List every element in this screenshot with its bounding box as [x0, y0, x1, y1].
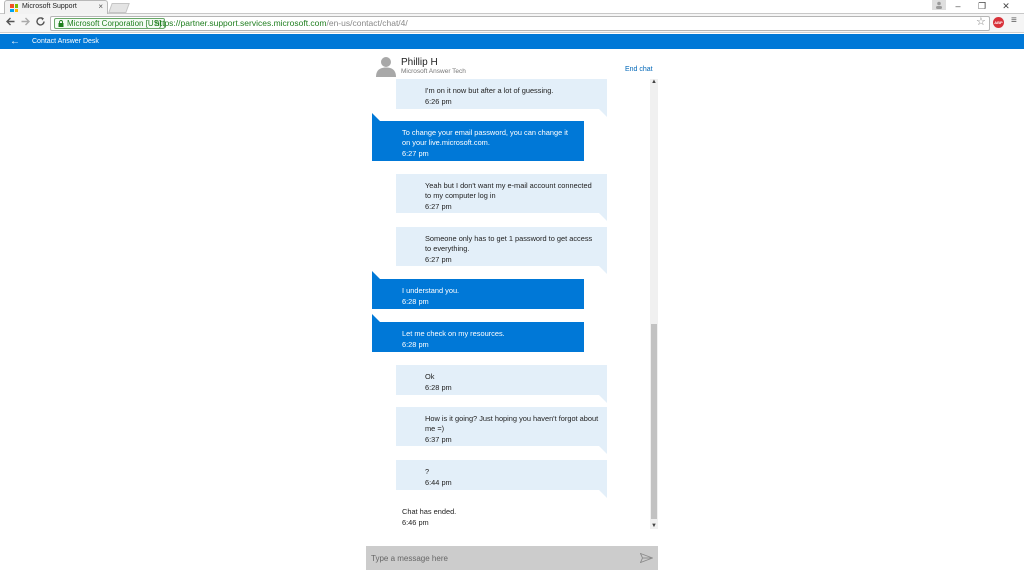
message-bubble-agent: I understand you. 6:28 pm: [372, 271, 584, 309]
browser-toolbar: Microsoft Corporation [US] https://partn…: [0, 14, 1024, 33]
message-bubble-agent: Let me check on my resources. 6:28 pm: [372, 314, 584, 352]
reload-icon[interactable]: [35, 16, 46, 30]
message-text: I understand you.: [402, 286, 460, 295]
profile-icon[interactable]: [932, 0, 946, 10]
browser-tab[interactable]: Microsoft Support ×: [4, 0, 108, 14]
message-time: 6:27 pm: [402, 149, 429, 158]
agent-name: Phillip H: [401, 57, 438, 68]
message-bubble-user: How is it going? Just hoping you haven't…: [396, 407, 607, 454]
message-bubble-user: ? 6:44 pm: [396, 460, 607, 498]
message-text: Yeah but I don't want my e-mail account …: [425, 181, 592, 200]
url-path: /en-us/contact/chat/4/: [326, 18, 408, 28]
site-identity-label: Microsoft Corporation [US]: [67, 19, 162, 28]
scroll-up-icon[interactable]: ▲: [651, 79, 657, 85]
end-chat-link[interactable]: End chat: [625, 66, 653, 73]
tab-strip: Microsoft Support × – ❐ ✕: [0, 0, 1024, 14]
star-icon[interactable]: ☆: [976, 15, 986, 28]
message-text: Someone only has to get 1 password to ge…: [425, 234, 593, 253]
url-text: https://partner.support.services.microso…: [155, 17, 408, 30]
scrollbar-thumb[interactable]: [651, 324, 657, 519]
message-time: 6:37 pm: [425, 435, 452, 444]
menu-icon[interactable]: ≡: [1011, 15, 1017, 26]
message-time: 6:44 pm: [425, 478, 452, 487]
message-input[interactable]: [366, 546, 631, 570]
message-bubble-agent: To change your email password, you can c…: [372, 113, 584, 161]
page-title: Contact Answer Desk: [32, 38, 99, 45]
agent-role: Microsoft Answer Tech: [401, 68, 466, 75]
site-identity-chip[interactable]: Microsoft Corporation [US]: [54, 18, 166, 29]
restore-button[interactable]: ❐: [970, 0, 994, 12]
tab-title: Microsoft Support: [22, 3, 77, 10]
site-header: ← Contact Answer Desk: [0, 34, 1024, 49]
message-time: 6:28 pm: [402, 297, 429, 306]
message-time: 6:28 pm: [402, 340, 429, 349]
minimize-button[interactable]: –: [946, 0, 970, 12]
lock-icon: [58, 20, 64, 27]
url-host: https://partner.support.services.microso…: [155, 18, 327, 28]
message-text: Ok: [425, 372, 435, 381]
chat-scrollbar[interactable]: ▲ ▼: [650, 79, 658, 529]
adblock-icon[interactable]: ABP: [993, 17, 1004, 28]
scroll-down-icon[interactable]: ▼: [651, 523, 657, 529]
forward-icon[interactable]: [20, 16, 31, 30]
message-text: I'm on it now but after a lot of guessin…: [425, 86, 554, 95]
chat-transcript[interactable]: I'm on it now but after a lot of guessin…: [366, 79, 650, 529]
message-text: ?: [425, 467, 430, 476]
message-bubble-user: Ok 6:28 pm: [396, 365, 607, 403]
new-tab-button[interactable]: [108, 3, 130, 13]
message-time: 6:27 pm: [425, 202, 452, 211]
close-window-button[interactable]: ✕: [994, 0, 1018, 12]
message-time: 6:28 pm: [425, 383, 452, 392]
message-bubble-user: I'm on it now but after a lot of guessin…: [396, 79, 607, 117]
message-time: 6:27 pm: [425, 255, 452, 264]
system-message-text: Chat has ended.: [402, 507, 457, 516]
composer-bar: [366, 546, 658, 570]
message-text: To change your email password, you can c…: [402, 128, 568, 147]
microsoft-logo-icon: [10, 4, 18, 12]
message-bubble-user: Someone only has to get 1 password to ge…: [396, 227, 607, 274]
system-message-time: 6:46 pm: [402, 518, 429, 527]
send-icon[interactable]: [640, 553, 653, 563]
back-arrow-icon[interactable]: ←: [10, 35, 20, 48]
message-time: 6:26 pm: [425, 97, 452, 106]
address-bar[interactable]: Microsoft Corporation [US] https://partn…: [50, 16, 990, 31]
window-controls: – ❐ ✕: [946, 0, 1018, 14]
system-message: Chat has ended. 6:46 pm: [402, 506, 602, 528]
message-bubble-user: Yeah but I don't want my e-mail account …: [396, 174, 607, 221]
message-text: Let me check on my resources.: [402, 329, 505, 338]
message-text: How is it going? Just hoping you haven't…: [425, 414, 599, 433]
avatar: [376, 57, 396, 77]
tab-close-icon[interactable]: ×: [98, 2, 103, 11]
back-icon[interactable]: [5, 16, 16, 30]
